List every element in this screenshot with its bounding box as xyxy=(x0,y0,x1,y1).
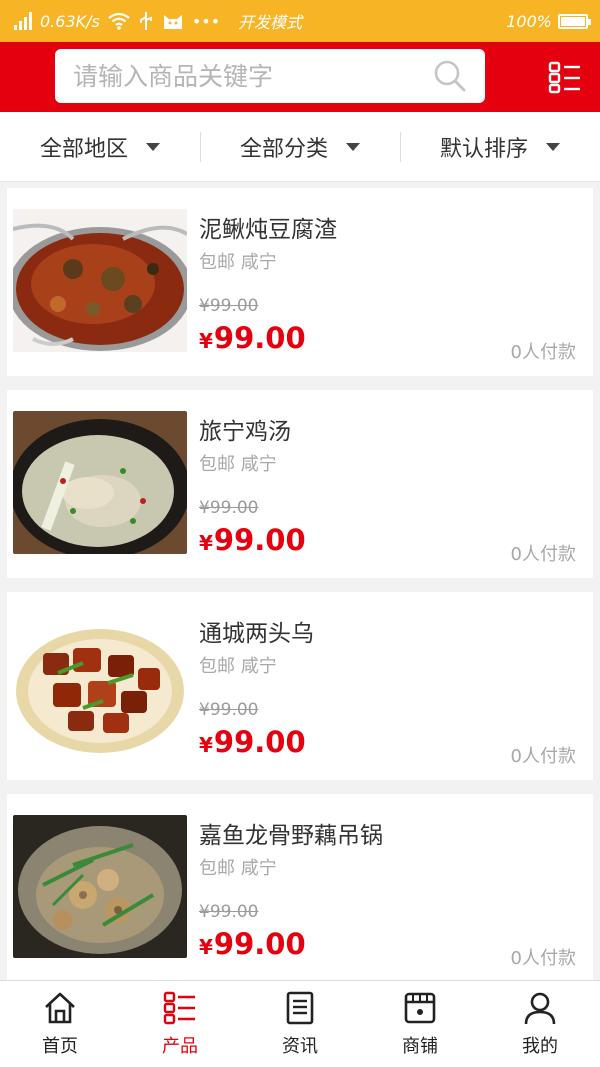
filter-region-label: 全部地区 xyxy=(39,136,128,162)
search-input[interactable] xyxy=(73,61,433,91)
product-grid-icon xyxy=(163,991,195,1025)
product-meta: 包邮 咸宁 xyxy=(199,858,277,879)
product-image-lotus-pot[interactable] xyxy=(13,815,187,958)
filter-sort[interactable]: 默认排序 xyxy=(400,112,600,181)
original-price: ¥99.00 xyxy=(199,902,259,922)
product-image-loach-tofu[interactable] xyxy=(13,209,187,352)
news-icon xyxy=(286,991,314,1025)
paid-count: 0人付款 xyxy=(510,544,576,565)
usb-icon xyxy=(139,12,152,30)
caret-down-icon xyxy=(546,142,560,151)
caret-down-icon xyxy=(346,142,360,151)
signal-icon xyxy=(14,12,32,30)
mode-label: 开发模式 xyxy=(238,13,303,32)
header-bar xyxy=(0,42,600,112)
product-card[interactable]: 泥鳅炖豆腐渣 包邮 咸宁 ¥99.00 ¥ 99.00 0人付款 xyxy=(7,188,593,376)
currency-symbol: ¥ xyxy=(199,935,213,959)
store-icon xyxy=(404,992,436,1024)
price-value: 99.00 xyxy=(213,927,306,961)
search-box[interactable] xyxy=(55,49,485,103)
product-meta: 包邮 咸宁 xyxy=(199,252,277,273)
nav-home[interactable]: 首页 xyxy=(0,981,120,1067)
product-image-chicken-soup[interactable] xyxy=(13,411,187,554)
nav-news-label: 资讯 xyxy=(282,1036,318,1057)
current-price: ¥ 99.00 xyxy=(199,927,306,961)
original-price: ¥99.00 xyxy=(199,296,259,316)
price-value: 99.00 xyxy=(213,321,306,355)
original-price: ¥99.00 xyxy=(199,498,259,518)
product-card[interactable]: 嘉鱼龙骨野藕吊锅 包邮 咸宁 ¥99.00 ¥ 99.00 0人付款 xyxy=(7,794,593,982)
product-meta: 包邮 咸宁 xyxy=(199,454,277,475)
product-title[interactable]: 嘉鱼龙骨野藕吊锅 xyxy=(199,816,383,850)
filter-bar: 全部地区 全部分类 默认排序 xyxy=(0,112,600,182)
paid-count: 0人付款 xyxy=(510,342,576,363)
filter-region[interactable]: 全部地区 xyxy=(0,112,200,181)
nav-news[interactable]: 资讯 xyxy=(240,981,360,1067)
wifi-icon xyxy=(108,12,130,30)
product-title[interactable]: 旅宁鸡汤 xyxy=(199,412,291,446)
bottom-nav: 首页 产品 资讯 商铺 我的 xyxy=(0,980,600,1067)
nav-store[interactable]: 商铺 xyxy=(360,981,480,1067)
more-dots: ••• xyxy=(191,11,221,31)
filter-sort-label: 默认排序 xyxy=(439,136,528,162)
nav-home-label: 首页 xyxy=(42,1036,78,1057)
nav-mine[interactable]: 我的 xyxy=(480,981,600,1067)
price-value: 99.00 xyxy=(213,523,306,557)
currency-symbol: ¥ xyxy=(199,733,213,757)
paid-count: 0人付款 xyxy=(510,746,576,767)
nav-mine-label: 我的 xyxy=(522,1036,558,1057)
product-list: 泥鳅炖豆腐渣 包邮 咸宁 ¥99.00 ¥ 99.00 0人付款 旅宁鸡汤 包邮… xyxy=(7,188,593,996)
status-right: 100% xyxy=(506,11,591,31)
original-price: ¥99.00 xyxy=(199,700,259,720)
nav-products[interactable]: 产品 xyxy=(120,981,240,1067)
cat-face-icon xyxy=(163,15,182,29)
caret-down-icon xyxy=(146,142,160,151)
network-speed: 0.63K/s xyxy=(40,11,100,31)
list-menu-icon[interactable] xyxy=(548,60,582,94)
product-title[interactable]: 通城两头乌 xyxy=(199,614,314,648)
status-bar: 0.63K/s ••• 开发模式 100% xyxy=(0,0,600,42)
filter-category[interactable]: 全部分类 xyxy=(200,112,400,181)
battery-text: 100% xyxy=(506,11,552,31)
product-image-braised-pork[interactable] xyxy=(13,613,187,756)
current-price: ¥ 99.00 xyxy=(199,321,306,355)
product-card[interactable]: 通城两头乌 包邮 咸宁 ¥99.00 ¥ 99.00 0人付款 xyxy=(7,592,593,780)
product-meta: 包邮 咸宁 xyxy=(199,656,277,677)
current-price: ¥ 99.00 xyxy=(199,725,306,759)
product-title[interactable]: 泥鳅炖豆腐渣 xyxy=(199,210,337,244)
price-value: 99.00 xyxy=(213,725,306,759)
status-left: 0.63K/s ••• 开发模式 xyxy=(14,9,302,33)
user-icon xyxy=(524,992,556,1025)
current-price: ¥ 99.00 xyxy=(199,523,306,557)
paid-count: 0人付款 xyxy=(510,948,576,969)
search-icon[interactable] xyxy=(433,59,467,93)
battery-icon xyxy=(558,13,591,29)
currency-symbol: ¥ xyxy=(199,531,213,555)
currency-symbol: ¥ xyxy=(199,329,213,353)
nav-products-label: 产品 xyxy=(162,1036,198,1057)
home-icon xyxy=(45,992,75,1024)
nav-store-label: 商铺 xyxy=(402,1036,438,1057)
product-card[interactable]: 旅宁鸡汤 包邮 咸宁 ¥99.00 ¥ 99.00 0人付款 xyxy=(7,390,593,578)
filter-category-label: 全部分类 xyxy=(239,136,328,162)
